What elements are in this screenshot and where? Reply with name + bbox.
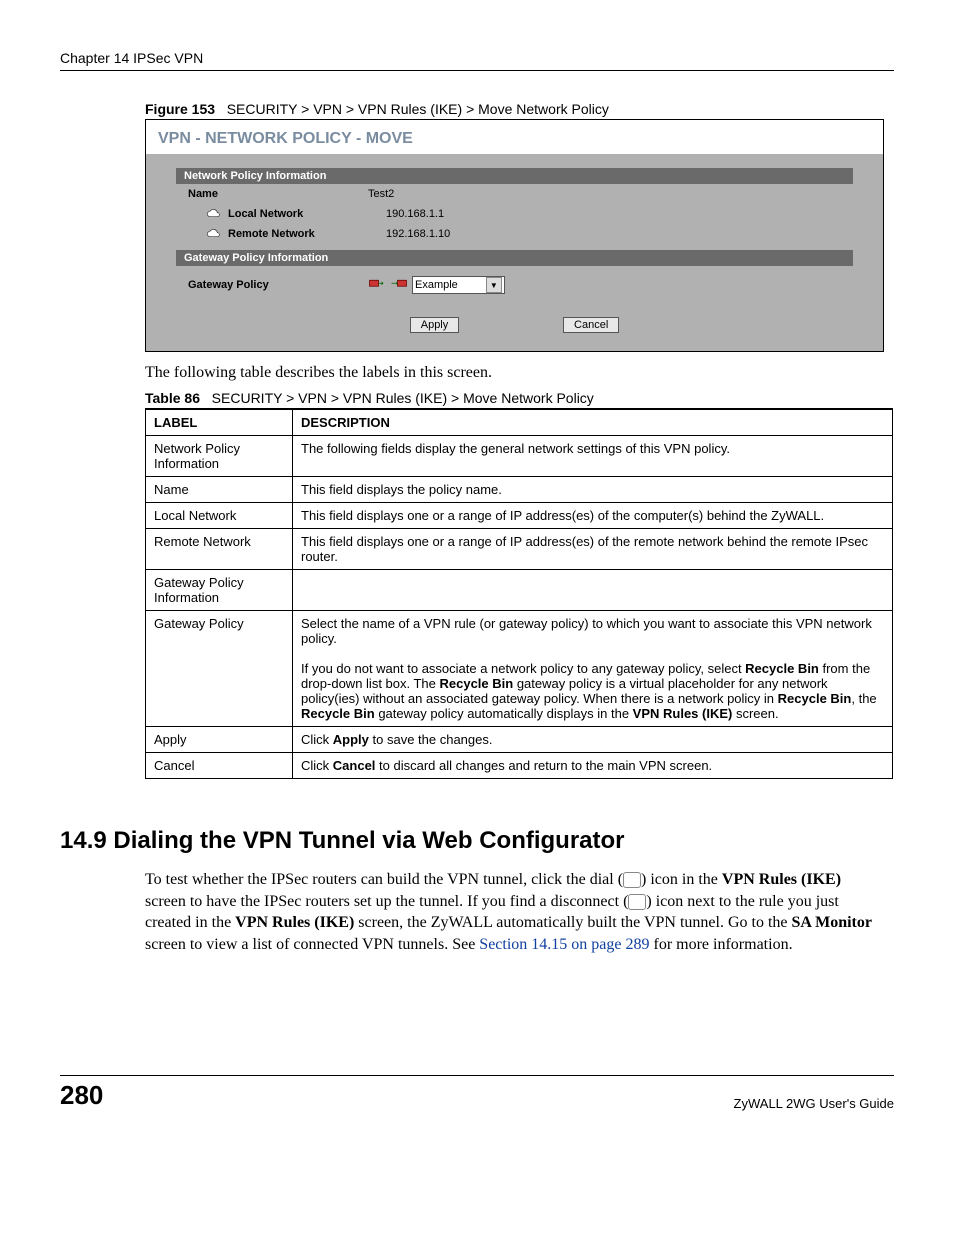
cell-desc: Select the name of a VPN rule (or gatewa… [293,611,893,727]
cloud-icon [206,208,222,220]
cell-label: Name [146,477,293,503]
cell-label: Cancel [146,753,293,779]
name-label: Name [188,188,218,200]
gateway-icon [368,277,386,294]
table-row: Network Policy Information The following… [146,436,893,477]
name-value: Test2 [368,188,394,200]
apply-button[interactable]: Apply [410,317,460,333]
gateway-policy-select[interactable]: Example ▼ [412,276,505,294]
cell-desc: This field displays one or a range of IP… [293,529,893,570]
cell-label: Network Policy Information [146,436,293,477]
local-network-value: 190.168.1.1 [386,208,444,220]
table-label: Table 86 [145,390,200,406]
chevron-down-icon: ▼ [486,277,502,293]
figure-path: SECURITY > VPN > VPN Rules (IKE) > Move … [227,101,609,117]
local-network-label: Local Network [228,208,303,220]
cloud-icon [206,228,222,240]
screenshot-panel: VPN - NETWORK POLICY - MOVE Network Poli… [145,119,884,352]
guide-title: ZyWALL 2WG User's Guide [734,1096,894,1111]
gateway-policy-label: Gateway Policy [188,279,269,291]
page-footer: 280 ZyWALL 2WG User's Guide [60,1075,894,1111]
cell-desc: Click Cancel to discard all changes and … [293,753,893,779]
section-paragraph: To test whether the IPSec routers can bu… [145,869,884,955]
select-value: Example [415,279,458,291]
description-table: LABEL DESCRIPTION Network Policy Informa… [145,408,893,779]
table-row: Gateway Policy Select the name of a VPN … [146,611,893,727]
cell-desc: Click Apply to save the changes. [293,727,893,753]
section-heading: 14.9 Dialing the VPN Tunnel via Web Conf… [60,827,894,855]
cell-desc [293,570,893,611]
panel-title: VPN - NETWORK POLICY - MOVE [146,120,883,154]
section-gateway-policy-info: Gateway Policy Information [176,250,853,266]
cell-desc: This field displays the policy name. [293,477,893,503]
cell-label: Apply [146,727,293,753]
table-row: Cancel Click Cancel to discard all chang… [146,753,893,779]
cancel-button[interactable]: Cancel [563,317,619,333]
table-row: Gateway Policy Information [146,570,893,611]
section-network-policy-info: Network Policy Information [176,168,853,184]
page-number: 280 [60,1080,103,1111]
dial-icon [623,872,641,888]
cell-label: Remote Network [146,529,293,570]
remote-network-label: Remote Network [228,228,315,240]
cell-label: Gateway Policy Information [146,570,293,611]
cell-desc: This field displays one or a range of IP… [293,503,893,529]
figure-label: Figure 153 [145,101,215,117]
disconnect-icon [628,894,646,910]
page-header: Chapter 14 IPSec VPN [60,50,894,71]
cell-label: Gateway Policy [146,611,293,727]
figure-caption: Figure 153 SECURITY > VPN > VPN Rules (I… [145,101,894,117]
th-label: LABEL [146,409,293,436]
table-row: Name This field displays the policy name… [146,477,893,503]
chapter-label: Chapter 14 IPSec VPN [60,50,203,66]
table-row: Apply Click Apply to save the changes. [146,727,893,753]
table-path: SECURITY > VPN > VPN Rules (IKE) > Move … [212,390,594,406]
table-caption: Table 86 SECURITY > VPN > VPN Rules (IKE… [145,390,894,406]
table-intro: The following table describes the labels… [145,364,884,382]
th-description: DESCRIPTION [293,409,893,436]
gateway-icon [390,277,408,294]
remote-network-value: 192.168.1.10 [386,228,450,240]
cross-ref-link[interactable]: Section 14.15 on page 289 [479,936,649,953]
cell-desc: The following fields display the general… [293,436,893,477]
cell-label: Local Network [146,503,293,529]
table-row: Local Network This field displays one or… [146,503,893,529]
table-row: Remote Network This field displays one o… [146,529,893,570]
